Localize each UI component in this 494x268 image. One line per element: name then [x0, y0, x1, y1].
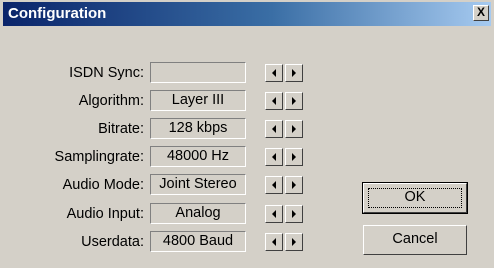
arrow-right-icon [292, 97, 296, 105]
audio-input-field: Analog [150, 203, 246, 224]
audio-input-label: Audio Input: [66, 206, 144, 222]
isdn-sync-label: ISDN Sync: [69, 65, 144, 81]
arrow-left-icon [272, 69, 276, 77]
algorithm-label: Algorithm: [78, 93, 144, 109]
userdata-increment-button[interactable] [285, 233, 303, 251]
arrow-right-icon [292, 181, 296, 189]
userdata-decrement-button[interactable] [265, 233, 283, 251]
bitrate-increment-button[interactable] [285, 120, 303, 138]
configuration-dialog: Configuration X ISDN Sync: Algorithm: La… [0, 0, 494, 268]
audio-input-decrement-button[interactable] [265, 205, 283, 223]
arrow-left-icon [272, 210, 276, 218]
arrow-left-icon [272, 97, 276, 105]
bitrate-decrement-button[interactable] [265, 120, 283, 138]
audio-input-increment-button[interactable] [285, 205, 303, 223]
arrow-left-icon [272, 153, 276, 161]
samplingrate-field: 48000 Hz [150, 146, 246, 167]
arrow-right-icon [292, 210, 296, 218]
userdata-field: 4800 Baud [150, 231, 246, 252]
ok-button[interactable]: OK [362, 182, 468, 214]
algorithm-field: Layer III [150, 90, 246, 111]
arrow-left-icon [272, 238, 276, 246]
title-bar[interactable]: Configuration X [3, 2, 491, 26]
audio-mode-decrement-button[interactable] [265, 176, 283, 194]
close-icon: X [476, 5, 485, 19]
arrow-left-icon [272, 181, 276, 189]
isdn-sync-decrement-button[interactable] [265, 64, 283, 82]
arrow-right-icon [292, 153, 296, 161]
bitrate-label: Bitrate: [98, 121, 144, 137]
audio-mode-field: Joint Stereo [150, 174, 246, 195]
isdn-sync-field [150, 62, 246, 83]
arrow-right-icon [292, 238, 296, 246]
arrow-right-icon [292, 69, 296, 77]
samplingrate-label: Samplingrate: [54, 149, 144, 165]
bitrate-field: 128 kbps [150, 118, 246, 139]
audio-mode-increment-button[interactable] [285, 176, 303, 194]
focus-rect [368, 188, 462, 208]
arrow-right-icon [292, 125, 296, 133]
arrow-left-icon [272, 125, 276, 133]
cancel-button[interactable]: Cancel [363, 225, 467, 255]
audio-mode-label: Audio Mode: [62, 177, 144, 193]
close-button[interactable]: X [473, 5, 489, 21]
samplingrate-increment-button[interactable] [285, 148, 303, 166]
isdn-sync-increment-button[interactable] [285, 64, 303, 82]
userdata-label: Userdata: [81, 234, 144, 250]
samplingrate-decrement-button[interactable] [265, 148, 283, 166]
window-title: Configuration [8, 5, 107, 22]
cancel-button-label: Cancel [392, 231, 438, 247]
algorithm-increment-button[interactable] [285, 92, 303, 110]
algorithm-decrement-button[interactable] [265, 92, 283, 110]
